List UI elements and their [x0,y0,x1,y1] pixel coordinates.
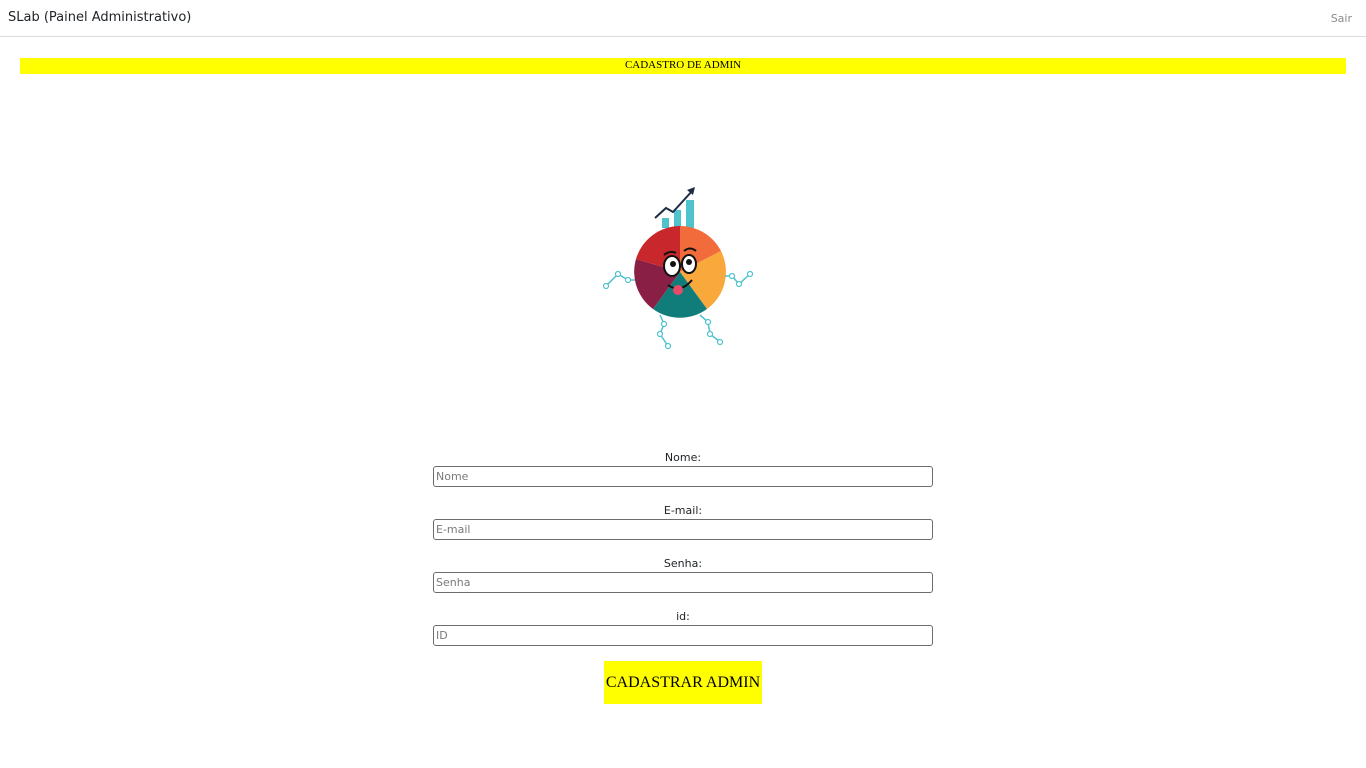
email-label: E-mail: [663,504,703,517]
brand-link[interactable]: SLab (Painel Administrativo) [8,10,191,25]
id-field-group: id: [433,609,933,662]
name-input[interactable] [433,466,933,487]
navbar: SLab (Painel Administrativo) Sair [0,0,1366,37]
email-field-group: E-mail: [433,503,933,556]
pie-body [634,225,726,318]
name-field-group: Nome: [433,450,933,503]
password-field-group: Senha: [433,556,933,609]
id-label: id: [676,610,690,623]
email-input[interactable] [433,519,933,540]
register-admin-button[interactable]: CADASTRAR ADMIN [604,661,762,704]
admin-register-form: Nome: E-mail: Senha: id: [433,450,933,662]
name-label: Nome: [664,451,702,464]
password-input[interactable] [433,572,933,593]
password-label: Senha: [663,557,703,570]
bar-chart-icon [654,187,695,228]
logout-link[interactable]: Sair [1331,12,1352,25]
pie-chart-mascot-icon [602,187,754,350]
page-title-banner: CADASTRO DE ADMIN [20,58,1346,74]
id-input[interactable] [433,625,933,646]
